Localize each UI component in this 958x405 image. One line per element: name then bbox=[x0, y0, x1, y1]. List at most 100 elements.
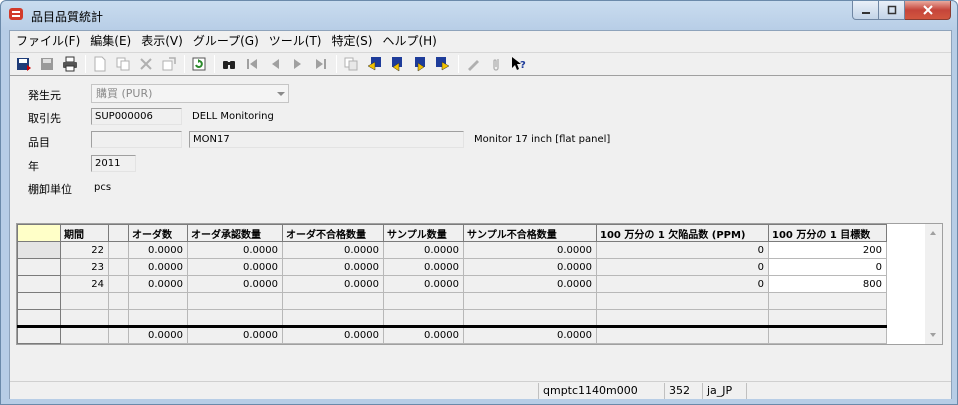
row-header[interactable] bbox=[17, 275, 61, 293]
save-and-exit-button[interactable] bbox=[14, 54, 34, 74]
cell-sample-qty[interactable] bbox=[383, 309, 464, 327]
refresh-button[interactable] bbox=[189, 54, 209, 74]
vertical-scrollbar[interactable] bbox=[925, 224, 942, 344]
cell-period[interactable]: 23 bbox=[60, 258, 109, 276]
scroll-up-icon[interactable] bbox=[930, 231, 936, 235]
item-project-field[interactable] bbox=[91, 131, 182, 148]
menu-specific[interactable]: 特定(S) bbox=[326, 31, 377, 51]
cell-ppm-target[interactable]: 0 bbox=[768, 258, 887, 276]
cell-sample-rejected-qty[interactable] bbox=[463, 292, 597, 310]
cell-rejected-qty[interactable]: 0.0000 bbox=[282, 258, 384, 276]
cell-sample-qty[interactable]: 0.0000 bbox=[383, 241, 464, 259]
item-code-field[interactable]: MON17 bbox=[189, 131, 464, 148]
first-group-button[interactable] bbox=[364, 54, 384, 74]
column-header[interactable]: オーダ数 bbox=[128, 224, 188, 242]
row-header[interactable] bbox=[17, 258, 61, 276]
year-field[interactable]: 2011 bbox=[91, 155, 136, 172]
cell-rejected-qty[interactable] bbox=[282, 309, 384, 327]
column-header[interactable]: オーダ不合格数量 bbox=[282, 224, 384, 242]
cell-order-qty[interactable] bbox=[128, 292, 188, 310]
cell-sample-qty[interactable] bbox=[383, 292, 464, 310]
cell-extra[interactable] bbox=[108, 241, 129, 259]
delete-button[interactable] bbox=[136, 54, 156, 74]
row-header[interactable] bbox=[17, 241, 61, 259]
previous-record-button[interactable] bbox=[265, 54, 285, 74]
cell-rejected-qty[interactable] bbox=[282, 292, 384, 310]
cell-order-qty[interactable] bbox=[128, 309, 188, 327]
cell-order-qty[interactable]: 0.0000 bbox=[128, 258, 188, 276]
column-header[interactable]: サンプル不合格数量 bbox=[463, 224, 597, 242]
table-row[interactable]: 24 0.0000 0.0000 0.0000 0.0000 0.0000 0 … bbox=[17, 275, 887, 293]
cell-ppm[interactable]: 0 bbox=[596, 258, 769, 276]
cell-ppm-target[interactable]: 800 bbox=[768, 275, 887, 293]
duplicate-button[interactable] bbox=[341, 54, 361, 74]
cell-ppm-target[interactable]: 200 bbox=[768, 241, 887, 259]
row-header[interactable] bbox=[17, 292, 61, 310]
cell-approved-qty[interactable] bbox=[187, 309, 283, 327]
previous-group-button[interactable] bbox=[387, 54, 407, 74]
table-row[interactable]: 23 0.0000 0.0000 0.0000 0.0000 0.0000 0 … bbox=[17, 258, 887, 276]
help-button[interactable]: ? bbox=[509, 54, 529, 74]
cell-approved-qty[interactable]: 0.0000 bbox=[187, 275, 283, 293]
next-record-button[interactable] bbox=[288, 54, 308, 74]
cell-sample-rejected-qty[interactable] bbox=[463, 309, 597, 327]
cell-sample-rejected-qty[interactable]: 0.0000 bbox=[463, 241, 597, 259]
cell-ppm[interactable]: 0 bbox=[596, 241, 769, 259]
table-row[interactable]: 22 0.0000 0.0000 0.0000 0.0000 0.0000 0 … bbox=[17, 241, 887, 259]
attachment-button[interactable] bbox=[486, 54, 506, 74]
cell-rejected-qty[interactable]: 0.0000 bbox=[282, 275, 384, 293]
column-header[interactable]: 期間 bbox=[60, 224, 109, 242]
row-header[interactable] bbox=[17, 309, 61, 327]
maximize-button[interactable] bbox=[879, 1, 905, 20]
cell-extra[interactable] bbox=[108, 275, 129, 293]
cell-sample-rejected-qty[interactable]: 0.0000 bbox=[463, 258, 597, 276]
cell-ppm-target[interactable] bbox=[768, 292, 887, 310]
column-header[interactable]: サンプル数量 bbox=[383, 224, 464, 242]
title-bar[interactable]: 品目品質統計 bbox=[1, 1, 957, 29]
cell-sample-qty[interactable]: 0.0000 bbox=[383, 275, 464, 293]
last-group-button[interactable] bbox=[433, 54, 453, 74]
cell-ppm[interactable] bbox=[596, 292, 769, 310]
new-button[interactable] bbox=[90, 54, 110, 74]
last-record-button[interactable] bbox=[311, 54, 331, 74]
cell-sample-qty[interactable]: 0.0000 bbox=[383, 258, 464, 276]
next-group-button[interactable] bbox=[410, 54, 430, 74]
column-header[interactable]: 100 万分の 1 目標数 bbox=[768, 224, 887, 242]
save-button[interactable] bbox=[37, 54, 57, 74]
cell-extra[interactable] bbox=[108, 292, 129, 310]
column-header[interactable]: オーダ承認数量 bbox=[187, 224, 283, 242]
close-button[interactable] bbox=[905, 1, 951, 20]
cell-extra[interactable] bbox=[108, 258, 129, 276]
minimize-button[interactable] bbox=[852, 1, 879, 20]
table-row[interactable] bbox=[17, 309, 887, 327]
menu-file[interactable]: ファイル(F) bbox=[10, 31, 85, 51]
cell-order-qty[interactable]: 0.0000 bbox=[128, 241, 188, 259]
supplier-code-field[interactable]: SUP000006 bbox=[91, 108, 182, 125]
find-button[interactable] bbox=[219, 54, 239, 74]
menu-group[interactable]: グループ(G) bbox=[188, 31, 264, 51]
cell-period[interactable] bbox=[60, 309, 109, 327]
cell-period[interactable]: 22 bbox=[60, 241, 109, 259]
column-header[interactable]: 100 万分の 1 欠陥品数 (PPM) bbox=[596, 224, 769, 242]
cell-approved-qty[interactable]: 0.0000 bbox=[187, 258, 283, 276]
menu-help[interactable]: ヘルプ(H) bbox=[377, 31, 441, 51]
menu-edit[interactable]: 編集(E) bbox=[85, 31, 136, 51]
cell-ppm[interactable] bbox=[596, 309, 769, 327]
cell-period[interactable] bbox=[60, 292, 109, 310]
cell-approved-qty[interactable] bbox=[187, 292, 283, 310]
table-row[interactable] bbox=[17, 292, 887, 310]
cell-order-qty[interactable]: 0.0000 bbox=[128, 275, 188, 293]
cell-sample-rejected-qty[interactable]: 0.0000 bbox=[463, 275, 597, 293]
menu-view[interactable]: 表示(V) bbox=[136, 31, 188, 51]
scroll-down-icon[interactable] bbox=[930, 333, 936, 337]
first-record-button[interactable] bbox=[242, 54, 262, 74]
source-select[interactable]: 購買 (PUR) bbox=[91, 84, 289, 103]
text-button[interactable] bbox=[463, 54, 483, 74]
cell-ppm-target[interactable] bbox=[768, 309, 887, 327]
cell-approved-qty[interactable]: 0.0000 bbox=[187, 241, 283, 259]
export-button[interactable] bbox=[159, 54, 179, 74]
menu-tools[interactable]: ツール(T) bbox=[264, 31, 327, 51]
cell-ppm[interactable]: 0 bbox=[596, 275, 769, 293]
print-button[interactable] bbox=[60, 54, 80, 74]
cell-rejected-qty[interactable]: 0.0000 bbox=[282, 241, 384, 259]
